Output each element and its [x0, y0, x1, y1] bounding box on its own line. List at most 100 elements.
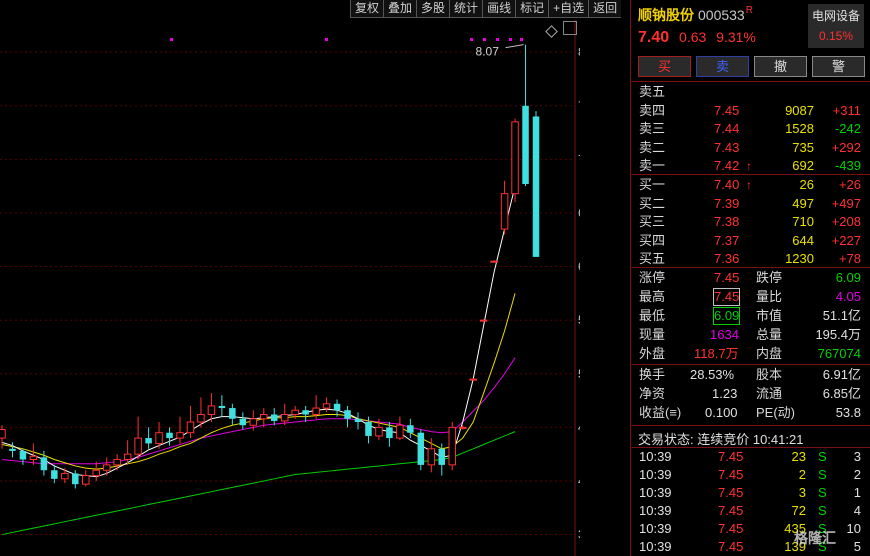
stat-value: 1.23 [712, 386, 738, 401]
toolbar-mark-button[interactable]: 标记 [515, 0, 549, 18]
y-tick-label: 5.50 [578, 313, 580, 327]
sector-name: 电网设备 [811, 9, 860, 23]
sector-box[interactable]: 电网设备 0.15% [808, 4, 864, 48]
tick-row: 10:39 7.45 23 S 3 [632, 448, 870, 466]
ask-price: 7.44 [714, 121, 740, 137]
toolbar-draw-button[interactable]: 画线 [482, 0, 516, 18]
stat-label: 净资 [639, 386, 666, 401]
watermark-logo: 格隆汇 [794, 530, 836, 546]
bid-price: 7.36 [714, 251, 740, 267]
tick-price: 7.45 [718, 503, 744, 518]
ask-row[interactable]: 卖四 7.45 9087 +311 [632, 102, 870, 120]
event-marker [509, 38, 512, 41]
stat-label: 换手 [639, 367, 666, 382]
candle-body [113, 459, 121, 466]
ask-diff: +292 [831, 139, 861, 155]
bid-diff: +26 [838, 177, 861, 192]
ask-row[interactable]: 卖二 7.43 735 +292 [632, 139, 870, 157]
last-price: 7.40 [638, 29, 670, 46]
candle-body [61, 472, 69, 480]
bid-price: 7.39 [714, 195, 740, 211]
stat-label: 跌停 [756, 270, 783, 285]
candle-body [500, 193, 509, 230]
candle-body [155, 432, 163, 444]
ask-label: 卖一 [639, 158, 666, 174]
toolbar-overlay-button[interactable]: 叠加 [383, 0, 417, 18]
y-tick-label: 6.50 [578, 206, 580, 220]
candle-body [469, 378, 477, 381]
candle-body [40, 457, 48, 471]
candle-body [218, 405, 226, 409]
chart-toolbar: 复权 叠加 多股 统计 画线 标记 +自选 返回 [350, 0, 622, 18]
candle-body [354, 418, 362, 422]
candle-body [249, 418, 258, 426]
candle-body [438, 448, 446, 465]
ask-row[interactable]: 卖三 7.44 1528 -242 [632, 120, 870, 138]
toolbar-add-watchlist-button[interactable]: +自选 [548, 0, 589, 18]
ask-row[interactable]: 卖五 [632, 83, 870, 101]
candle-body [134, 437, 142, 455]
ask-label: 卖二 [639, 139, 666, 155]
candle-body [427, 448, 436, 466]
tick-time: 10:39 [639, 539, 672, 554]
tick-side: S [818, 503, 827, 518]
tick-volume: 72 [791, 503, 806, 518]
divider [632, 425, 870, 426]
stat-value: 1634 [710, 327, 739, 342]
tick-side: S [818, 449, 827, 464]
ask-price: 7.42 [714, 158, 740, 174]
candle-body [407, 425, 414, 433]
stat-row: 涨停 7.45 跌停 6.09 [632, 269, 870, 287]
stat-value: 51.1亿 [822, 308, 861, 323]
candle-body [145, 438, 152, 444]
close-icon[interactable] [563, 21, 577, 35]
tick-volume: 2 [798, 467, 806, 482]
ask-volume: 9087 [785, 102, 814, 118]
bid-row[interactable]: 买三 7.38 710 +208 [632, 213, 870, 231]
bid-row[interactable]: 买二 7.39 497 +497 [632, 195, 870, 213]
candle-body [280, 413, 289, 422]
candle-body [448, 426, 456, 466]
tick-count: 3 [853, 449, 861, 464]
stat-label: 内盘 [756, 346, 783, 361]
bid-price: 7.40 [714, 177, 740, 192]
y-tick-label: 4.50 [578, 420, 580, 434]
bid-row[interactable]: 买五 7.36 1230 +78 [632, 250, 870, 268]
ask-row[interactable]: 卖一 7.42 692 -439 ↑ [632, 157, 870, 175]
stat-label: 股本 [756, 367, 783, 382]
toolbar-stats-button[interactable]: 统计 [449, 0, 483, 18]
stock-name[interactable]: 顺钠股份 [638, 7, 694, 23]
candle-body [239, 418, 247, 426]
candle-body [522, 105, 529, 185]
candle-body [490, 260, 498, 263]
candle-body [458, 426, 467, 429]
tick-side: S [818, 467, 827, 482]
cancel-order-button[interactable]: 撤 [754, 56, 807, 77]
stat-value: 6.09 [835, 270, 861, 285]
stat-label: 最低 [639, 308, 666, 323]
tick-side: S [818, 485, 827, 500]
event-marker [520, 38, 523, 41]
sell-button[interactable]: 卖 [696, 56, 749, 77]
bid-row[interactable]: 买四 7.37 644 +227 [632, 232, 870, 250]
candle-body [417, 432, 425, 465]
candle-body [322, 403, 331, 409]
bid-label: 买五 [639, 251, 666, 267]
toolbar-back-button[interactable]: 返回 [588, 0, 622, 18]
stat-value: 118.7万 [694, 346, 739, 361]
tick-count: 4 [853, 503, 861, 518]
toolbar-multi-stock-button[interactable]: 多股 [416, 0, 450, 18]
toolbar-fuquan-button[interactable]: 复权 [350, 0, 384, 18]
candle-body [532, 116, 540, 257]
up-arrow-icon: ↑ [746, 178, 752, 192]
divider [632, 81, 870, 82]
kline-chart[interactable]: 8.00 7.50 7.00 6.50 6.00 5.50 5.00 4.50 4.00 3.50… [0, 0, 580, 556]
candle-body [123, 453, 132, 461]
tick-time: 10:39 [639, 467, 672, 482]
bid-row[interactable]: 买一 7.40 26 +26 ↑ [632, 176, 870, 194]
stat-row: 外盘 118.7万 内盘 767074 [632, 345, 870, 363]
y-tick-label: 5.00 [578, 367, 580, 381]
candle-body [375, 426, 383, 437]
buy-button[interactable]: 买 [638, 56, 691, 77]
alert-button[interactable]: 警 [812, 56, 865, 77]
